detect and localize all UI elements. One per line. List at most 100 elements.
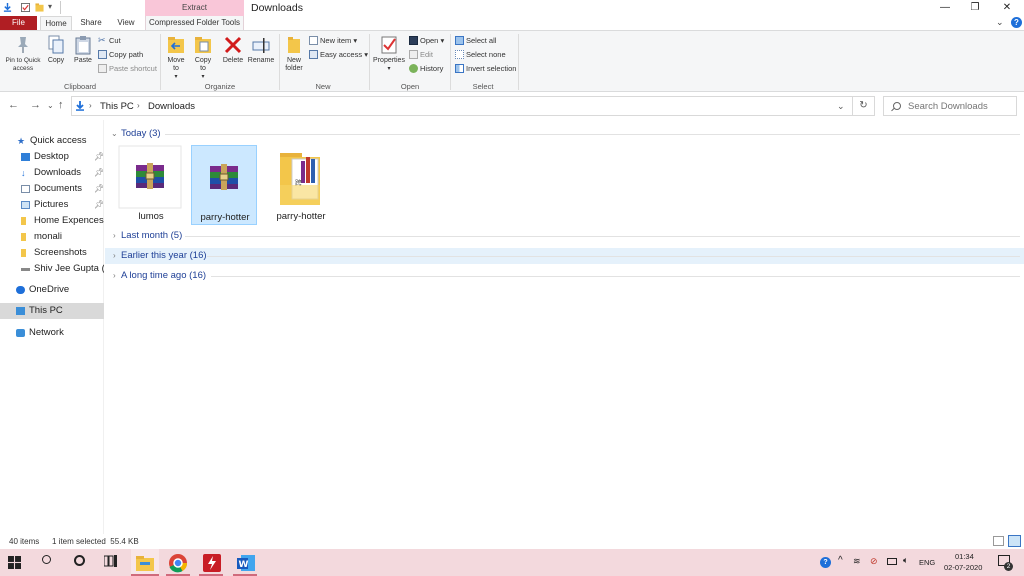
file-item-selected[interactable]: parry-hotter — [191, 145, 257, 225]
file-explorer-taskbar-icon[interactable] — [135, 553, 155, 573]
easy-access-button[interactable]: Easy access ▾ — [309, 49, 368, 61]
search-icon[interactable] — [42, 555, 51, 564]
tab-view[interactable]: View — [112, 16, 140, 30]
pin-to-quick-access-button[interactable]: Pin to Quick access — [3, 33, 43, 73]
sidebar-item-home-expences[interactable]: Home Expences — [0, 213, 104, 229]
security-tray-icon[interactable]: ⊘ — [870, 556, 878, 567]
new-folder-button[interactable]: New folder — [282, 33, 306, 73]
sidebar-item-downloads[interactable]: ↓ Downloads 📌︎ — [0, 165, 104, 181]
breadcrumb-this-pc[interactable]: This PC — [100, 101, 134, 112]
select-none-button[interactable]: Select none — [455, 49, 506, 61]
group-header-last-month[interactable]: › Last month (5) — [105, 228, 1024, 244]
download-arrow-icon: ↓ — [21, 168, 26, 178]
tab-share[interactable]: Share — [76, 16, 106, 30]
new-item-button[interactable]: New item ▾ — [309, 35, 357, 47]
task-view-icon[interactable] — [104, 555, 118, 567]
details-view-icon[interactable] — [993, 536, 1004, 546]
copy-to-button[interactable]: Copy to ▾ — [191, 33, 215, 81]
recent-locations-chevron-icon[interactable]: ⌄ — [47, 101, 54, 110]
sidebar-item-network[interactable]: Network — [0, 325, 104, 341]
new-item-label: New item — [320, 36, 352, 45]
sidebar-item-quick-access[interactable]: ★ Quick access — [0, 133, 104, 149]
cut-button[interactable]: ✂ Cut — [98, 35, 121, 47]
group-divider — [207, 256, 1020, 257]
copy-button[interactable]: Copy — [44, 33, 68, 65]
sidebar-item-monali[interactable]: monali — [0, 229, 104, 245]
volume-icon[interactable]: 🔈︎ — [903, 555, 908, 566]
search-box[interactable] — [883, 96, 1017, 116]
sidebar-item-shiv-jee-gupta-e[interactable]: Shiv Jee Gupta (E — [0, 261, 104, 277]
paste-shortcut-button[interactable]: Paste shortcut — [98, 63, 157, 75]
show-hidden-icons-icon[interactable]: ^ — [838, 555, 843, 566]
forward-arrow-icon[interactable]: → — [30, 99, 41, 111]
word-taskbar-icon[interactable]: W — [236, 553, 256, 573]
help-tray-icon[interactable]: ? — [820, 557, 831, 568]
back-arrow-icon[interactable]: ← — [8, 99, 19, 111]
pc-icon — [16, 307, 25, 315]
group-header-long-time-ago[interactable]: › A long time ago (16) — [105, 268, 1024, 284]
select-all-button[interactable]: Select all — [455, 35, 496, 47]
large-icons-view-icon[interactable] — [1008, 535, 1021, 547]
sidebar-item-screenshots[interactable]: Screenshots — [0, 245, 104, 261]
tab-compressed-folder-tools[interactable]: Compressed Folder Tools — [145, 16, 244, 30]
clipboard-group-label: Clipboard — [63, 82, 97, 91]
minimize-button[interactable]: — — [928, 0, 962, 16]
qat-checkmark-icon[interactable] — [21, 3, 30, 12]
svg-text:W: W — [239, 560, 249, 570]
open-button[interactable]: Open ▾ — [409, 35, 444, 47]
tab-file[interactable]: File — [0, 16, 37, 30]
qat-divider — [60, 1, 61, 14]
app-red-taskbar-icon[interactable] — [202, 553, 222, 573]
sidebar-item-onedrive[interactable]: OneDrive — [0, 282, 104, 298]
sidebar-item-documents[interactable]: Documents 📌︎ — [0, 181, 104, 197]
new-folder-icon — [285, 35, 303, 55]
delete-button[interactable]: Delete — [220, 33, 246, 65]
file-item[interactable]: lumos — [118, 145, 184, 225]
invert-selection-icon — [455, 63, 464, 73]
refresh-button[interactable]: ↻ — [853, 96, 875, 116]
wifi-icon[interactable]: ≋ — [853, 556, 861, 567]
edit-button[interactable]: Edit — [409, 49, 433, 61]
language-indicator[interactable]: ENG — [919, 558, 935, 567]
group-header-earlier-this-year[interactable]: › Earlier this year (16) — [105, 248, 1024, 264]
sidebar-item-pictures[interactable]: Pictures 📌︎ — [0, 197, 104, 213]
invert-selection-button[interactable]: Invert selection — [455, 63, 516, 75]
sidebar-item-label: Network — [29, 327, 64, 338]
qat-customize-chevron-icon[interactable]: ▾ — [48, 2, 52, 11]
qat-properties-icon[interactable] — [3, 3, 12, 12]
paste-shortcut-label: Paste shortcut — [109, 64, 157, 73]
sidebar-item-desktop[interactable]: Desktop 📌︎ — [0, 149, 104, 165]
move-to-button[interactable]: Move to ▾ — [164, 33, 188, 81]
tab-home[interactable]: Home — [40, 16, 72, 30]
file-item[interactable]: 跨 parry-hotter — [268, 145, 334, 225]
copy-to-label: Copy to — [194, 57, 212, 72]
group-separator — [450, 34, 451, 90]
maximize-button[interactable]: ❐ — [958, 0, 992, 16]
open-label: Open — [420, 36, 439, 45]
clock-date[interactable]: 02-07-2020 — [944, 563, 982, 572]
rename-button[interactable]: Rename — [247, 33, 275, 65]
group-header-today[interactable]: ⌄ Today (3) — [105, 126, 1024, 142]
breadcrumb-downloads[interactable]: Downloads — [148, 101, 195, 112]
group-separator — [518, 34, 519, 90]
address-bar[interactable]: › This PC › Downloads ⌄ — [71, 96, 853, 116]
paste-button[interactable]: Paste — [70, 33, 96, 65]
address-history-chevron-icon[interactable]: ⌄ — [837, 101, 845, 112]
ribbon-home: Pin to Quick access Copy Paste ✂ Cut Copy… — [0, 30, 1024, 92]
sidebar-item-this-pc[interactable]: This PC — [0, 303, 104, 319]
up-arrow-icon[interactable]: ↑ — [58, 99, 64, 111]
close-button[interactable]: ✕ — [990, 0, 1024, 16]
clock-time[interactable]: 01:34 — [955, 552, 974, 561]
copy-path-button[interactable]: Copy path — [98, 49, 143, 61]
search-input[interactable] — [908, 99, 1013, 113]
history-button[interactable]: History — [409, 63, 443, 75]
cortana-icon[interactable] — [74, 555, 85, 566]
chrome-taskbar-icon[interactable] — [168, 553, 188, 573]
windows-start-icon[interactable] — [8, 556, 21, 569]
properties-button[interactable]: Properties ▾ — [372, 33, 406, 73]
help-icon[interactable]: ? — [1011, 17, 1022, 28]
desktop-icon — [21, 153, 30, 161]
qat-new-folder-icon[interactable] — [35, 3, 44, 12]
ribbon-expand-chevron-icon[interactable]: ⌄ — [996, 17, 1004, 28]
battery-icon[interactable] — [887, 558, 897, 565]
